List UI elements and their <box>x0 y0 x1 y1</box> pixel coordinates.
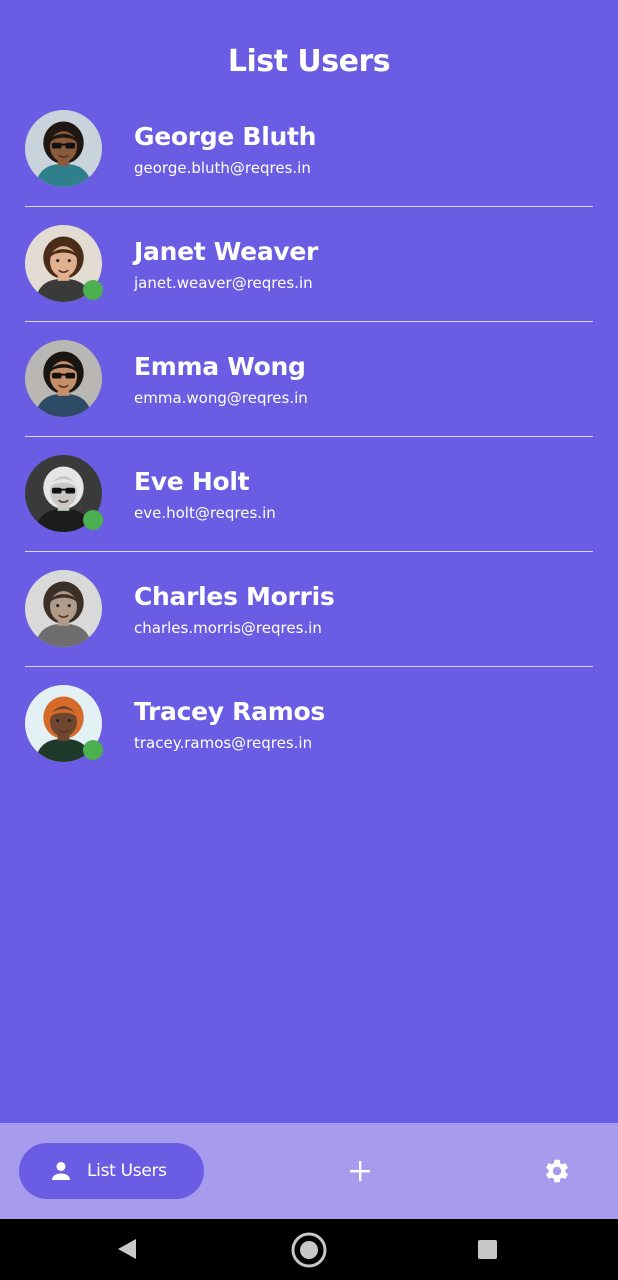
user-name: George Bluth <box>134 122 317 151</box>
avatar <box>25 340 102 417</box>
user-row[interactable]: Eve Holt eve.holt@reqres.in <box>25 437 593 552</box>
user-photo <box>25 110 102 187</box>
avatar <box>25 225 103 302</box>
online-status-indicator <box>83 510 103 530</box>
person-icon <box>52 1162 70 1180</box>
user-row[interactable]: Janet Weaver janet.weaver@reqres.in <box>25 207 593 322</box>
online-status-indicator <box>83 280 103 300</box>
plus-icon <box>350 1161 370 1181</box>
user-email: emma.wong@reqres.in <box>134 389 308 407</box>
online-status-indicator <box>83 740 103 760</box>
system-navigation-bar <box>0 1219 618 1280</box>
bottom-nav: List Users <box>0 1123 618 1219</box>
user-list: George Bluth george.bluth@reqres.in Jane… <box>0 92 618 782</box>
user-row[interactable]: Emma Wong emma.wong@reqres.in <box>25 322 593 437</box>
avatar <box>25 455 103 532</box>
gear-icon <box>546 1159 568 1183</box>
avatar <box>25 685 103 762</box>
avatar <box>25 570 102 647</box>
recents-icon[interactable] <box>478 1240 497 1259</box>
user-email: charles.morris@reqres.in <box>134 619 322 637</box>
user-email: eve.holt@reqres.in <box>134 504 276 522</box>
user-name: Charles Morris <box>134 582 335 611</box>
user-email: janet.weaver@reqres.in <box>134 274 313 292</box>
user-name: Emma Wong <box>134 352 306 381</box>
nav-item-settings[interactable] <box>537 1151 577 1191</box>
user-photo <box>25 570 102 647</box>
user-row[interactable]: Charles Morris charles.morris@reqres.in <box>25 552 593 667</box>
user-email: tracey.ramos@reqres.in <box>134 734 313 752</box>
user-row[interactable]: George Bluth george.bluth@reqres.in <box>25 92 593 207</box>
user-name: Eve Holt <box>134 467 250 496</box>
avatar <box>25 110 102 187</box>
nav-item-label: List Users <box>87 1161 167 1181</box>
user-photo <box>25 340 102 417</box>
home-icon[interactable] <box>290 1231 328 1269</box>
user-email: george.bluth@reqres.in <box>134 159 311 177</box>
page-title: List Users <box>227 43 391 79</box>
back-icon[interactable] <box>116 1237 138 1261</box>
user-name: Janet Weaver <box>134 237 319 266</box>
user-row[interactable]: Tracey Ramos tracey.ramos@reqres.in <box>25 667 593 782</box>
nav-item-add-user[interactable] <box>340 1151 380 1191</box>
user-name: Tracey Ramos <box>134 697 325 726</box>
nav-item-list-users[interactable]: List Users <box>19 1143 204 1199</box>
